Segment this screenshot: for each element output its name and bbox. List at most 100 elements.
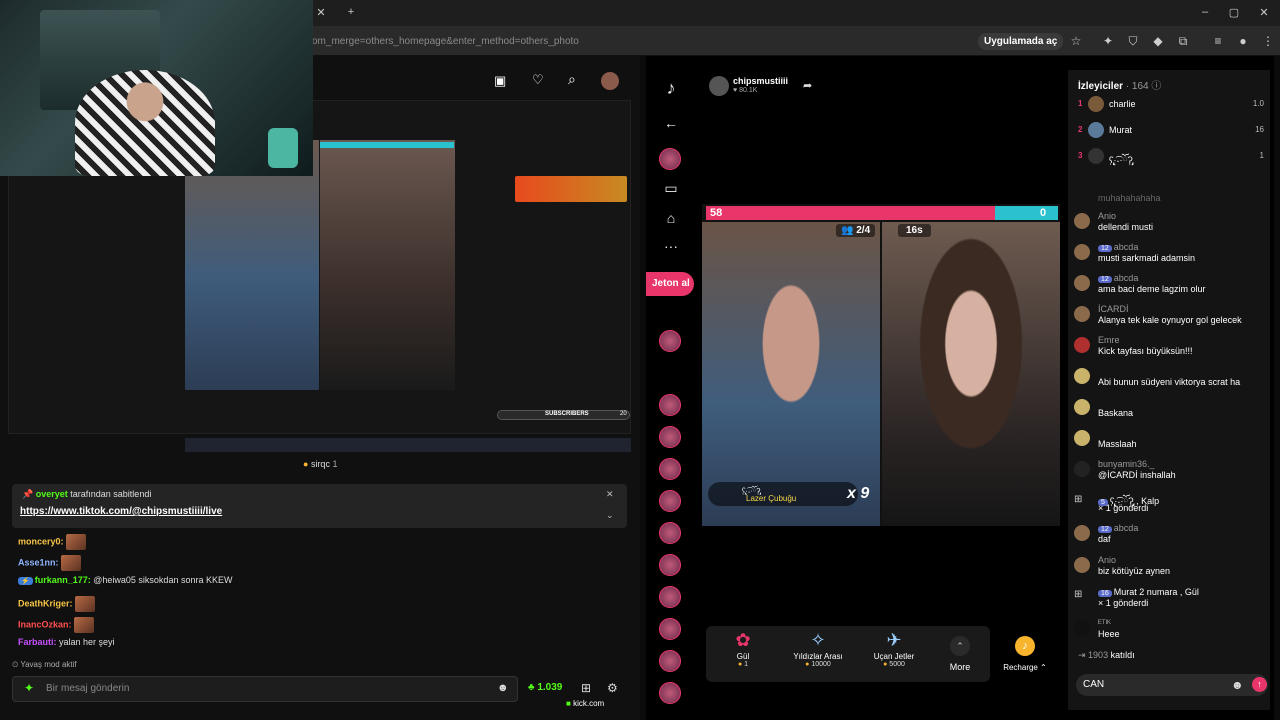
pinned-by-user[interactable]: overyet xyxy=(36,489,68,499)
join-icon: ⇥ xyxy=(1078,650,1089,660)
pinned-collapse-icon[interactable]: ✕ ⌄ xyxy=(606,489,614,521)
host-name[interactable]: chipsmustiiii xyxy=(733,76,788,86)
live-avatar[interactable] xyxy=(659,330,681,352)
captured-taskbar xyxy=(185,438,631,452)
send-icon[interactable]: ↑ xyxy=(1252,677,1267,692)
gift-rose[interactable]: ✿ Gül1 xyxy=(711,630,775,668)
joined-user[interactable]: 1903 xyxy=(1088,650,1108,660)
webcam-cup xyxy=(268,128,298,168)
live-avatar[interactable] xyxy=(659,426,681,448)
chat-user[interactable]: abcda xyxy=(1114,523,1139,533)
home-icon[interactable]: ⌂ xyxy=(662,210,680,228)
chat-user[interactable]: Farbauti: xyxy=(18,637,57,647)
chat-user[interactable]: Emre xyxy=(1098,335,1120,345)
battle-score-left: 58 xyxy=(710,207,723,219)
chat-user[interactable]: Asse1nn: xyxy=(18,557,59,567)
rank-name: charlie xyxy=(1109,99,1136,109)
window-close-icon[interactable]: ✕ xyxy=(1257,6,1271,19)
live-avatar[interactable] xyxy=(659,586,681,608)
sparkle-icon[interactable]: ✦ xyxy=(24,681,34,695)
sponsor-banner xyxy=(515,176,627,202)
minimize-icon[interactable]: – xyxy=(1198,6,1212,18)
chat-input-placeholder[interactable]: Bir mesaj gönderin xyxy=(46,683,129,694)
heart-icon[interactable]: ♡ xyxy=(532,72,544,88)
gift-icon[interactable]: ⊞ xyxy=(581,681,591,695)
emote xyxy=(74,617,95,633)
open-in-app-button[interactable]: Uygulamada aç xyxy=(978,33,1064,50)
badge-icon: ⚡ xyxy=(18,577,33,585)
recharge-button[interactable]: ♪ Recharge ⌃ xyxy=(998,636,1052,672)
chat-user-line[interactable]: 12 abcda xyxy=(1098,242,1138,252)
host-avatar[interactable] xyxy=(709,76,729,96)
chat-user[interactable]: Anio xyxy=(1098,555,1116,565)
more-gifts-button[interactable]: ⌃ More xyxy=(946,636,974,672)
chat-text: daf xyxy=(1098,534,1111,544)
maximize-icon[interactable]: ▢ xyxy=(1227,6,1241,19)
tab-close-icon[interactable]: ✕ xyxy=(314,6,328,19)
gift-interstellar[interactable]: ✧ Yıldızlar Arası10000 xyxy=(786,630,850,668)
live-avatar[interactable] xyxy=(659,490,681,512)
video-camera-icon[interactable]: ▭ xyxy=(662,180,680,198)
sidebar-avatar[interactable] xyxy=(659,148,681,170)
chat-user[interactable]: InancOzkan: xyxy=(18,619,72,629)
tiktok-logo-icon[interactable]: ♪ xyxy=(662,78,680,98)
menu-icon[interactable]: ⋮ xyxy=(1260,33,1276,49)
get-coins-button[interactable]: Jeton al xyxy=(646,272,694,296)
rank-number: 3 xyxy=(1078,151,1083,160)
puzzle-icon[interactable]: ⧉ xyxy=(1175,33,1191,49)
chat-user[interactable]: abcda xyxy=(1114,242,1139,252)
emoji-icon[interactable]: ☻ xyxy=(497,682,509,694)
chat-user[interactable]: ᴱᵀᴵᴷ xyxy=(1098,618,1111,628)
viewers-header[interactable]: İzleyiciler · 164 ⓘ xyxy=(1078,77,1161,92)
live-avatar[interactable] xyxy=(659,618,681,640)
tiktok-chat-input-value[interactable]: CAN xyxy=(1083,679,1104,690)
kick-points-count: 1.039 xyxy=(537,682,563,693)
shield-icon[interactable]: ⛉ xyxy=(1125,33,1141,49)
chat-user[interactable]: Anio xyxy=(1098,211,1116,221)
live-avatar[interactable] xyxy=(659,458,681,480)
chat-user-line[interactable]: 12 abcda xyxy=(1098,273,1138,283)
chat-user[interactable]: İCARDİ xyxy=(1098,304,1129,314)
ranking-row[interactable]: 3 ʕ̢̣̣̣̣̩̩̩̩·͡˔·ོɁ̡̣̣̣̣̩̩̩̩ 1 xyxy=(1076,148,1266,166)
search-icon[interactable]: ⌕ xyxy=(568,71,576,88)
back-arrow-icon[interactable]: ← xyxy=(662,115,680,133)
media-icon[interactable]: ≡ xyxy=(1210,33,1226,49)
kick-points[interactable]: ♣ 1.039 xyxy=(528,682,562,693)
emoji-icon[interactable]: ☻ xyxy=(1231,678,1244,692)
chat-user-line[interactable]: 16 Murat 2 numara , Gül xyxy=(1098,587,1199,597)
chat-user[interactable]: moncery0: xyxy=(18,536,64,546)
info-icon[interactable]: ⓘ xyxy=(1151,81,1161,92)
live-avatar[interactable] xyxy=(659,394,681,416)
live-avatar[interactable] xyxy=(659,682,681,704)
chat-user-line[interactable]: 12 abcda xyxy=(1098,523,1138,533)
url-text[interactable]: om_merge=others_homepage&enter_method=ot… xyxy=(312,36,579,47)
chat-user[interactable]: furkann_177: xyxy=(35,575,91,585)
share-icon[interactable]: ➦ xyxy=(803,79,812,92)
chat-user[interactable]: Murat 2 numara , Gül xyxy=(1114,587,1199,597)
avatar[interactable] xyxy=(601,72,619,90)
gift-jets[interactable]: ✈ Uçan Jetler5000 xyxy=(862,630,926,668)
gift-icon: ⊞ xyxy=(1074,589,1083,600)
level-badge: 12 xyxy=(1098,526,1112,533)
new-tab-icon[interactable]: + xyxy=(344,6,358,18)
more-dots-icon[interactable]: ··· xyxy=(662,238,680,256)
avatar xyxy=(1074,337,1090,353)
live-avatar[interactable] xyxy=(659,522,681,544)
ranking-row[interactable]: 1 charlie 1.0 xyxy=(1076,96,1266,114)
tiktok-chat-panel xyxy=(1068,70,1270,710)
chat-user[interactable]: DeathKriger: xyxy=(18,598,73,608)
live-avatar[interactable] xyxy=(659,650,681,672)
coin-icon: ♪ xyxy=(1015,636,1035,656)
avatar xyxy=(1074,368,1090,384)
extension-icon[interactable]: ◆ xyxy=(1150,33,1166,49)
media-icon[interactable]: ▣ xyxy=(494,73,506,89)
extension-icon[interactable]: ✦ xyxy=(1100,33,1116,49)
live-avatar[interactable] xyxy=(659,554,681,576)
chat-user[interactable]: bunyamin36._ xyxy=(1098,459,1155,469)
chat-user[interactable]: abcda xyxy=(1114,273,1139,283)
bookmark-star-icon[interactable]: ☆ xyxy=(1068,33,1084,49)
pinned-link[interactable]: https://www.tiktok.com/@chipsmustiiii/li… xyxy=(20,506,222,517)
gear-icon[interactable]: ⚙ xyxy=(607,681,618,695)
profile-icon[interactable]: ● xyxy=(1235,33,1251,49)
ranking-row[interactable]: 2 Murat 16 xyxy=(1076,122,1266,140)
